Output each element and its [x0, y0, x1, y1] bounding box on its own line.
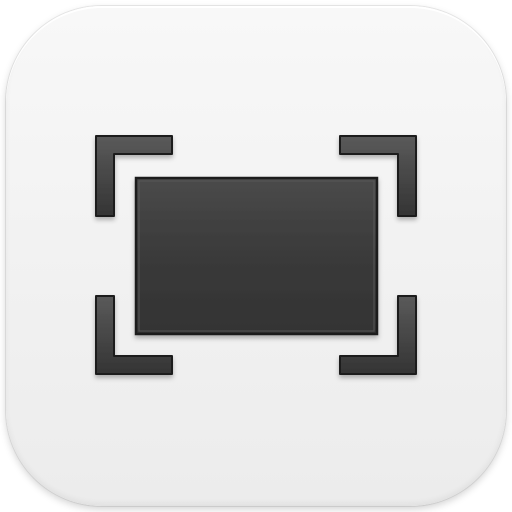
app-icon-canvas — [0, 0, 512, 512]
screen-rectangle — [134, 176, 379, 336]
screenshot-frame-icon — [95, 135, 417, 375]
